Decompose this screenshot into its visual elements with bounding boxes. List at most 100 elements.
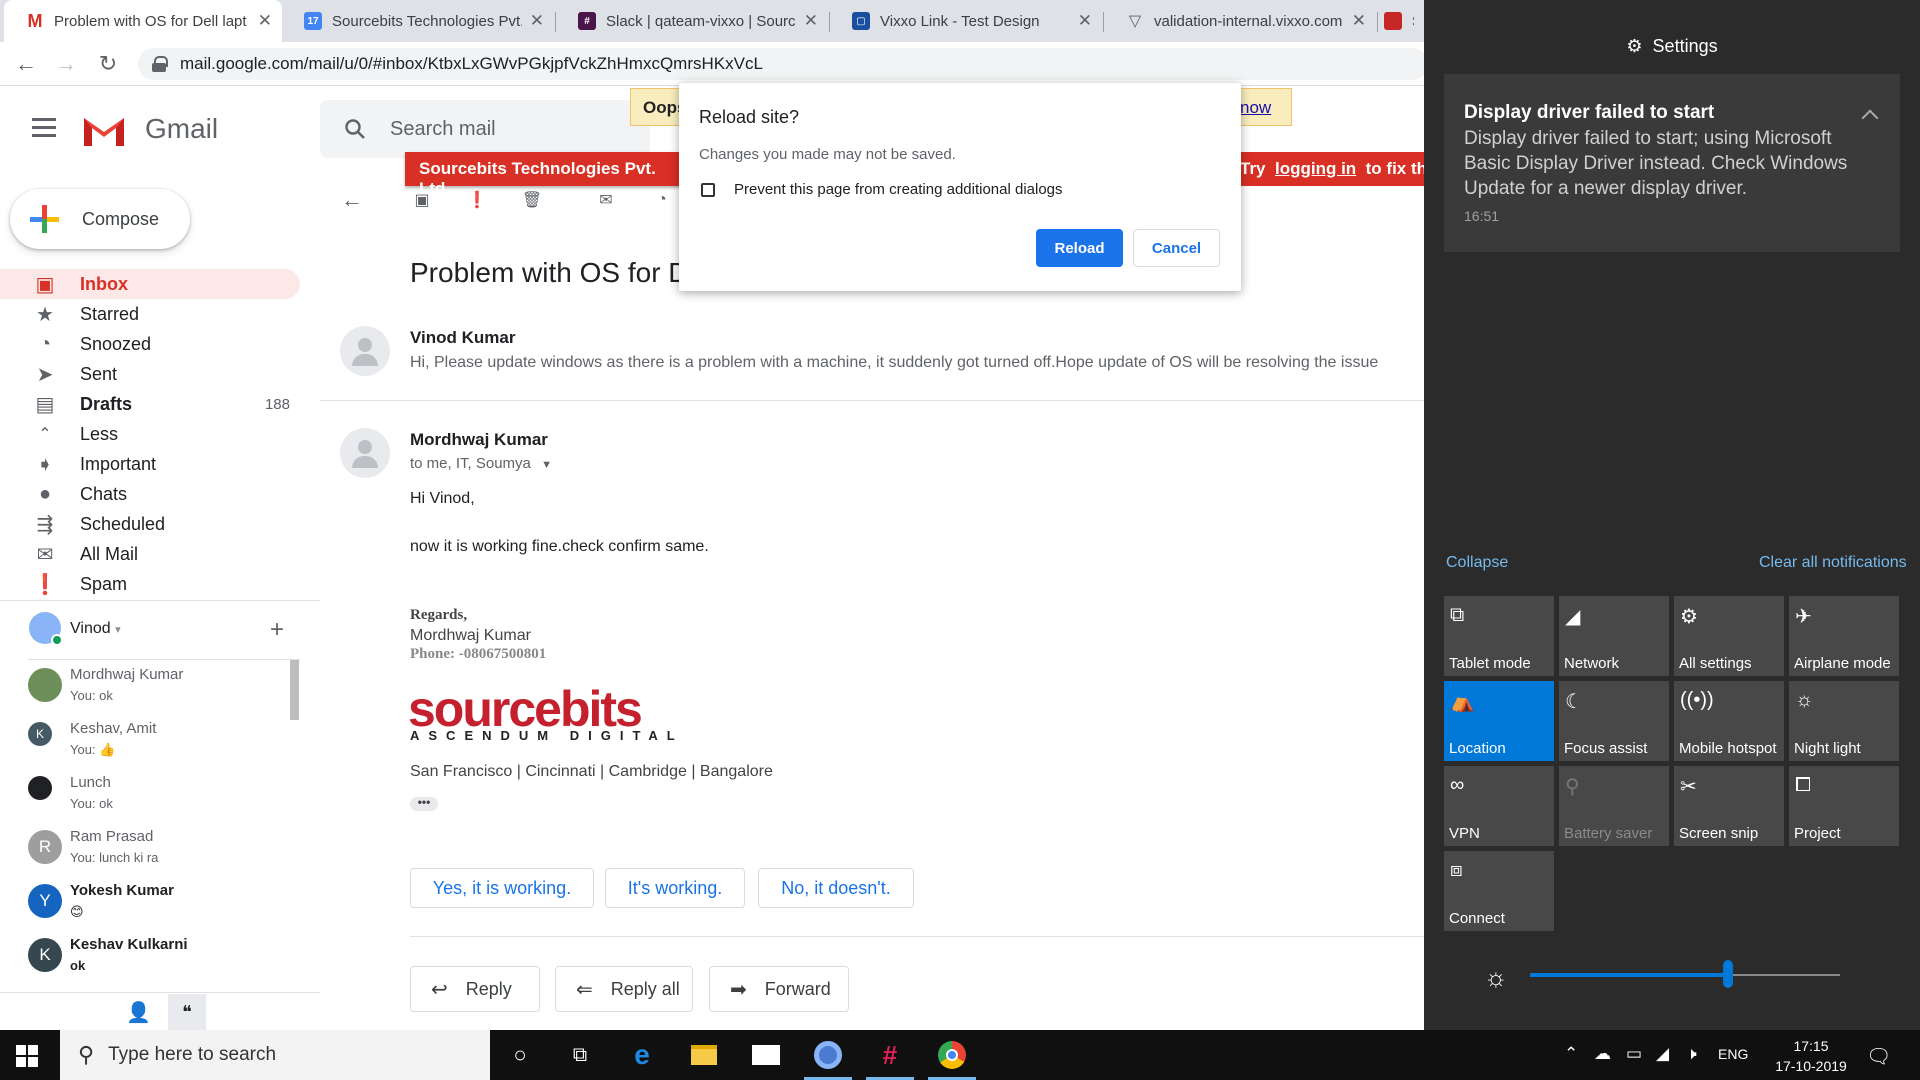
task-view-icon[interactable]: ⧉ (550, 1030, 610, 1080)
mail-icon[interactable] (736, 1030, 796, 1080)
cancel-button[interactable]: Cancel (1133, 229, 1220, 267)
tab-gmail[interactable]: M Problem with OS for Dell lapt ✕ (4, 0, 282, 42)
quick-action-location[interactable]: ⛺ Location (1444, 681, 1554, 761)
sidebar-item-all-mail[interactable]: ✉ All Mail (0, 539, 300, 569)
cortana-icon[interactable]: ○ (490, 1030, 550, 1080)
windows-start-icon[interactable] (16, 1045, 38, 1067)
list-item[interactable]: Y Yokesh Kumar 😊 (0, 876, 300, 930)
add-chat-icon[interactable]: + (270, 616, 284, 644)
sidebar-item-inbox[interactable]: ▣ Inbox (0, 269, 300, 299)
close-tab-icon[interactable]: ✕ (530, 11, 544, 31)
quick-action-screen-snip[interactable]: ✂ Screen snip (1674, 766, 1784, 846)
address-bar[interactable]: mail.google.com/mail/u/0/#inbox/KtbxLxGW… (138, 48, 1428, 80)
search-icon[interactable] (343, 117, 367, 141)
show-trimmed-content-icon[interactable]: ••• (410, 796, 438, 811)
sidebar-item-snoozed[interactable]: ◔ Snoozed (0, 329, 300, 359)
sidebar-item-sent[interactable]: ➤ Sent (0, 359, 300, 389)
mark-unread-icon[interactable]: ✉ (594, 188, 618, 212)
quick-action-connect[interactable]: ⧈ Connect (1444, 851, 1554, 931)
smart-reply-button[interactable]: It's working. (605, 868, 745, 908)
battery-icon[interactable]: ▭ (1626, 1044, 1642, 1064)
tab-partial[interactable]: St (1378, 0, 1424, 42)
chevron-up-icon[interactable]: ⌃ (1564, 1044, 1578, 1064)
smart-reply-button[interactable]: Yes, it is working. (410, 868, 594, 908)
collapse-link[interactable]: Collapse (1446, 554, 1508, 572)
taskbar-search-box[interactable]: ⚲ Type here to search (60, 1030, 490, 1080)
list-item[interactable]: K Keshav, Amit You: 👍 (0, 714, 300, 768)
close-tab-icon[interactable]: ✕ (1352, 11, 1366, 31)
report-spam-icon[interactable]: ❗ (465, 188, 489, 212)
sender-name[interactable]: Vinod Kumar (410, 328, 515, 348)
brightness-slider-thumb[interactable] (1723, 960, 1734, 988)
quick-action-battery-saver[interactable]: ⚲ Battery saver (1559, 766, 1669, 846)
close-tab-icon[interactable]: ✕ (804, 11, 818, 31)
reload-button[interactable]: Reload (1036, 229, 1123, 267)
slack-taskbar-icon[interactable]: # (860, 1030, 920, 1080)
back-to-inbox-icon[interactable]: ← (340, 187, 364, 212)
close-tab-icon[interactable]: ✕ (1078, 11, 1092, 31)
chrome-taskbar-icon[interactable] (798, 1030, 858, 1080)
delete-icon[interactable]: 🗑 (520, 188, 544, 212)
smart-reply-button[interactable]: No, it doesn't. (758, 868, 914, 908)
tab-validation[interactable]: ▽ validation-internal.vixxo.com ✕ (1104, 0, 1376, 42)
tab-slack[interactable]: # Slack | qateam-vixxo | Sourcel ✕ (556, 0, 828, 42)
chevron-up-icon[interactable] (1861, 109, 1879, 127)
hangouts-icon[interactable]: ❝ (168, 994, 206, 1030)
checkbox-label[interactable]: Prevent this page from creating addition… (734, 181, 1063, 198)
forward-button[interactable]: ➡ Forward (709, 966, 849, 1012)
message-snippet[interactable]: Hi, Please update windows as there is a … (410, 354, 1424, 372)
list-item[interactable]: Mordhwaj Kumar You: ok (0, 660, 300, 714)
prevent-dialogs-checkbox[interactable] (701, 183, 715, 197)
recipients[interactable]: to me, IT, Soumya ▼ (410, 455, 552, 472)
onedrive-icon[interactable]: ☁ (1594, 1044, 1611, 1064)
sidebar-item-chats[interactable]: ● Chats (0, 479, 300, 509)
quick-action-project[interactable]: ⧠ Project (1789, 766, 1899, 846)
action-center-header[interactable]: ⚙ Settings (1424, 36, 1920, 57)
sidebar-item-drafts[interactable]: ▤ Drafts 188 (0, 389, 300, 419)
snooze-icon[interactable]: ◔ (650, 188, 674, 212)
tab-calendar[interactable]: 17 Sourcebits Technologies Pvt. ✕ (282, 0, 554, 42)
login-link[interactable]: logging in (1275, 159, 1356, 178)
list-item[interactable]: K Keshav Kulkarni ok (0, 930, 300, 984)
sender-name[interactable]: Mordhwaj Kumar (410, 430, 548, 450)
back-icon[interactable]: ← (12, 50, 40, 78)
list-item[interactable]: Lunch You: ok (0, 768, 300, 822)
reply-all-button[interactable]: ⇐ Reply all (555, 966, 693, 1012)
notifications-icon[interactable]: 🗨 (1866, 1044, 1891, 1069)
search-input[interactable]: Search mail (390, 118, 496, 141)
sidebar-item-important[interactable]: ➧ Important (0, 449, 300, 479)
quick-action-vpn[interactable]: ∞ VPN (1444, 766, 1554, 846)
compose-button[interactable]: Compose (10, 189, 190, 249)
quick-action-network[interactable]: ◢ Network (1559, 596, 1669, 676)
sidebar-item-scheduled[interactable]: ⇶ Scheduled (0, 509, 300, 539)
quick-action-focus-assist[interactable]: ☾ Focus assist (1559, 681, 1669, 761)
notification-card[interactable]: Display driver failed to start Display d… (1444, 74, 1900, 252)
hangouts-user-name[interactable]: Vinod ▾ (70, 620, 121, 638)
tab-vixxo-link[interactable]: ▢ Vixxo Link - Test Design ✕ (830, 0, 1102, 42)
quick-action-tablet-mode[interactable]: ⧉ Tablet mode (1444, 596, 1554, 676)
close-tab-icon[interactable]: ✕ (258, 11, 272, 31)
taskbar-clock[interactable]: 17:15 17-10-2019 (1766, 1036, 1856, 1076)
sidebar-item-spam[interactable]: ❗ Spam (0, 569, 300, 599)
clear-all-notifications-link[interactable]: Clear all notifications (1759, 554, 1907, 572)
list-item[interactable]: R Ram Prasad You: lunch ki ra (0, 822, 300, 876)
file-explorer-icon[interactable] (674, 1030, 734, 1080)
reply-button[interactable]: ↩ Reply (410, 966, 540, 1012)
quick-action-airplane-mode[interactable]: ✈ Airplane mode (1789, 596, 1899, 676)
avatar[interactable] (29, 612, 63, 646)
sidebar-item-starred[interactable]: ★ Starred (0, 299, 300, 329)
reload-icon[interactable]: ↻ (94, 50, 122, 78)
chevron-down-icon[interactable]: ▼ (541, 459, 552, 471)
sidebar-item-less[interactable]: ⌃ Less (0, 419, 300, 449)
forward-icon[interactable]: → (52, 50, 80, 78)
chrome-icon[interactable] (922, 1030, 982, 1080)
scrollbar[interactable] (290, 660, 299, 720)
edge-icon[interactable]: e (612, 1030, 672, 1080)
quick-action-all-settings[interactable]: ⚙ All settings (1674, 596, 1784, 676)
language-indicator[interactable]: ENG (1718, 1046, 1748, 1062)
banner-link[interactable]: now (1240, 98, 1271, 118)
quick-action-mobile-hotspot[interactable]: ((•)) Mobile hotspot (1674, 681, 1784, 761)
quick-action-night-light[interactable]: ☼ Night light (1789, 681, 1899, 761)
main-menu-icon[interactable] (32, 118, 58, 138)
contacts-icon[interactable]: 👤 (126, 1000, 151, 1025)
